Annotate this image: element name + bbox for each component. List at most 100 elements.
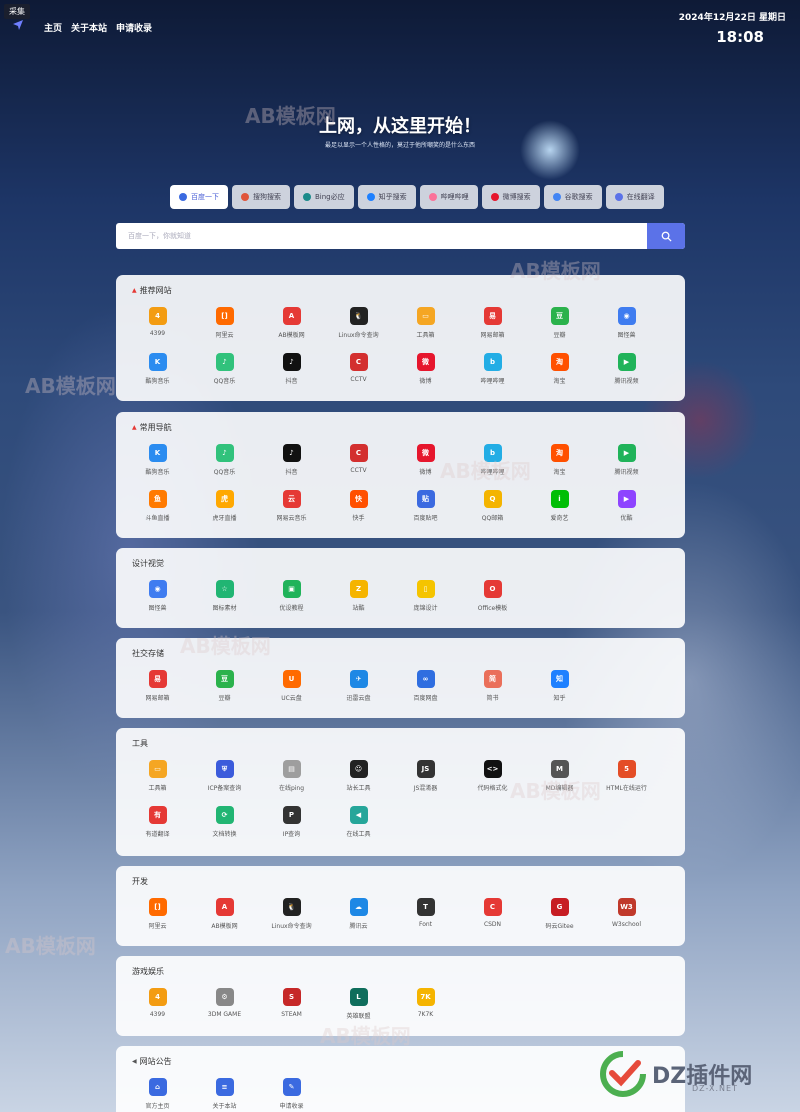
engine-tab[interactable]: 搜狗搜索 xyxy=(232,185,290,209)
site-link[interactable]: ▶ 腾讯视频 xyxy=(593,353,660,392)
site-label: 在线工具 xyxy=(346,831,371,838)
site-link[interactable]: ☁ 腾讯云 xyxy=(325,898,392,937)
engine-tab[interactable]: 哔哩哔哩 xyxy=(419,185,478,209)
nav-home[interactable]: 主页 xyxy=(44,21,62,34)
site-label: 申请收录 xyxy=(279,1103,304,1110)
paper-plane-icon[interactable] xyxy=(12,19,24,31)
site-link[interactable]: [] 阿里云 xyxy=(124,898,191,937)
site-link[interactable]: C CCTV xyxy=(325,444,392,483)
engine-tab[interactable]: 谷歌搜索 xyxy=(543,185,602,209)
site-link[interactable]: K 酷狗音乐 xyxy=(124,444,191,483)
site-link[interactable]: ∞ 百度网盘 xyxy=(392,670,459,709)
site-link[interactable]: ✈ 迅雷云盘 xyxy=(325,670,392,709)
section-title-text: 设计视觉 xyxy=(132,559,164,568)
dz-logo-sub: DZ-X.NET xyxy=(692,1084,738,1093)
site-link[interactable]: S STEAM xyxy=(258,988,325,1027)
section-title-text: 推荐网站 xyxy=(139,286,172,295)
site-link[interactable]: C CCTV xyxy=(325,353,392,392)
site-link[interactable]: T Font xyxy=(392,898,459,937)
site-link[interactable]: ⟳ 文档转换 xyxy=(191,806,258,845)
site-icon: <> xyxy=(483,760,502,778)
site-link[interactable]: U UC云盘 xyxy=(258,670,325,709)
site-link[interactable]: ▭ 工具箱 xyxy=(124,760,191,799)
site-link[interactable]: ≡ 关于本站 xyxy=(191,1078,258,1112)
site-link[interactable]: 微微博 xyxy=(392,353,459,392)
site-link[interactable]: 有有道翻译 xyxy=(124,806,191,845)
site-link[interactable]: 贴百度贴吧 xyxy=(392,490,459,529)
site-link[interactable]: A AB模板网 xyxy=(191,898,258,937)
site-link[interactable]: ▶ 腾讯视频 xyxy=(593,444,660,483)
engine-tab[interactable]: 知乎搜索 xyxy=(357,185,416,209)
site-link[interactable]: Q QQ邮箱 xyxy=(459,490,526,529)
site-link[interactable]: 易网易邮箱 xyxy=(459,307,526,346)
site-label: Office模板 xyxy=(477,605,508,612)
site-label: ICP备案查询 xyxy=(207,785,242,792)
section-title-text: 常用导航 xyxy=(139,423,172,432)
engine-tab-label: 搜狗搜索 xyxy=(253,193,281,201)
site-link[interactable]: 虎虎牙直播 xyxy=(191,490,258,529)
site-link[interactable]: 云网易云音乐 xyxy=(258,490,325,529)
site-link[interactable]: ♪ 抖音 xyxy=(258,444,325,483)
site-link[interactable]: Z 站酷 xyxy=(325,580,392,619)
engine-tab[interactable]: 百度一下 xyxy=(170,185,228,209)
site-link[interactable]: 4 4399 xyxy=(124,988,191,1027)
site-link[interactable]: 鱼斗鱼直播 xyxy=(124,490,191,529)
search-input[interactable] xyxy=(116,223,646,249)
site-link[interactable]: ▶ 优酷 xyxy=(593,490,660,529)
site-link[interactable]: ◉ 图怪兽 xyxy=(593,307,660,346)
site-link[interactable]: K 酷狗音乐 xyxy=(124,353,191,392)
site-link[interactable]: 🐧 Linux命令查询 xyxy=(258,898,325,937)
engine-tab[interactable]: Bing必应 xyxy=(294,185,354,209)
site-link[interactable]: ▤ 在线ping xyxy=(258,760,325,799)
site-link[interactable]: [] 阿里云 xyxy=(191,307,258,346)
site-link[interactable]: ☆ 图标素材 xyxy=(191,580,258,619)
engine-tab[interactable]: 微博搜索 xyxy=(481,185,540,209)
site-link[interactable]: ♪ QQ音乐 xyxy=(191,353,258,392)
site-link[interactable]: ⌂ 官方主页 xyxy=(124,1078,191,1112)
site-link[interactable]: ♪ 抖音 xyxy=(258,353,325,392)
site-link[interactable]: ✎ 申请收录 xyxy=(258,1078,325,1112)
site-link[interactable]: 5 HTML在线运行 xyxy=(593,760,660,799)
site-link[interactable]: 易网易邮箱 xyxy=(124,670,191,709)
site-label: 7K7K xyxy=(417,1011,434,1018)
site-link[interactable]: 豆豆瓣 xyxy=(191,670,258,709)
site-link[interactable]: b 哔哩哔哩 xyxy=(459,353,526,392)
nav-submit[interactable]: 申请收录 xyxy=(116,21,152,34)
site-link[interactable]: ⚙ 3DM GAME xyxy=(191,988,258,1027)
section-title: 开发 xyxy=(132,876,148,887)
site-icon: i xyxy=(550,490,569,508)
site-link[interactable]: ☺ 站长工具 xyxy=(325,760,392,799)
site-link[interactable]: ▣ 优设教程 xyxy=(258,580,325,619)
site-grid: ◉ 图怪兽 ☆ 图标素材 ▣ 优设教程 Z 站酷 ▯ 庞锦设计 O Office模板 xyxy=(124,580,660,619)
site-label: 快手 xyxy=(352,515,365,522)
site-link[interactable]: G 码云Gitee xyxy=(526,898,593,937)
site-link[interactable]: C CSDN xyxy=(459,898,526,937)
site-link[interactable]: ◉ 图怪兽 xyxy=(124,580,191,619)
site-link[interactable]: 淘淘宝 xyxy=(526,353,593,392)
site-link[interactable]: 知知乎 xyxy=(526,670,593,709)
site-link[interactable]: 🐧 Linux命令查询 xyxy=(325,307,392,346)
engine-tab-label: 知乎搜索 xyxy=(378,193,407,201)
site-link[interactable]: ◀ 在线工具 xyxy=(325,806,392,845)
site-link[interactable]: ♪ QQ音乐 xyxy=(191,444,258,483)
site-link[interactable]: ▯ 庞锦设计 xyxy=(392,580,459,619)
site-link[interactable]: P IP查询 xyxy=(258,806,325,845)
site-link[interactable]: ⛨ ICP备案查询 xyxy=(191,760,258,799)
engine-tab[interactable]: 在线翻译 xyxy=(605,185,664,209)
top-bar: 采集 主页 关于本站 申请收录 2024年12月22日 星期日 18:08 xyxy=(0,0,800,60)
site-link[interactable]: 简简书 xyxy=(459,670,526,709)
site-link[interactable]: W3 W3school xyxy=(593,898,660,937)
site-link[interactable]: 快快手 xyxy=(325,490,392,529)
site-link[interactable]: JS JS混淆器 xyxy=(392,760,459,799)
site-link[interactable]: ▭ 工具箱 xyxy=(392,307,459,346)
site-link[interactable]: 豆豆瓣 xyxy=(526,307,593,346)
nav-about[interactable]: 关于本站 xyxy=(71,21,107,34)
site-link[interactable]: O Office模板 xyxy=(459,580,526,619)
site-link[interactable]: 淘淘宝 xyxy=(526,444,593,483)
site-link[interactable]: A AB模板网 xyxy=(258,307,325,346)
collect-button[interactable]: 采集 xyxy=(4,4,30,19)
search-button[interactable] xyxy=(647,223,685,249)
site-label: 英雄联盟 xyxy=(346,1013,371,1020)
site-link[interactable]: 4 4399 xyxy=(124,307,191,346)
site-link[interactable]: i 爱奇艺 xyxy=(526,490,593,529)
